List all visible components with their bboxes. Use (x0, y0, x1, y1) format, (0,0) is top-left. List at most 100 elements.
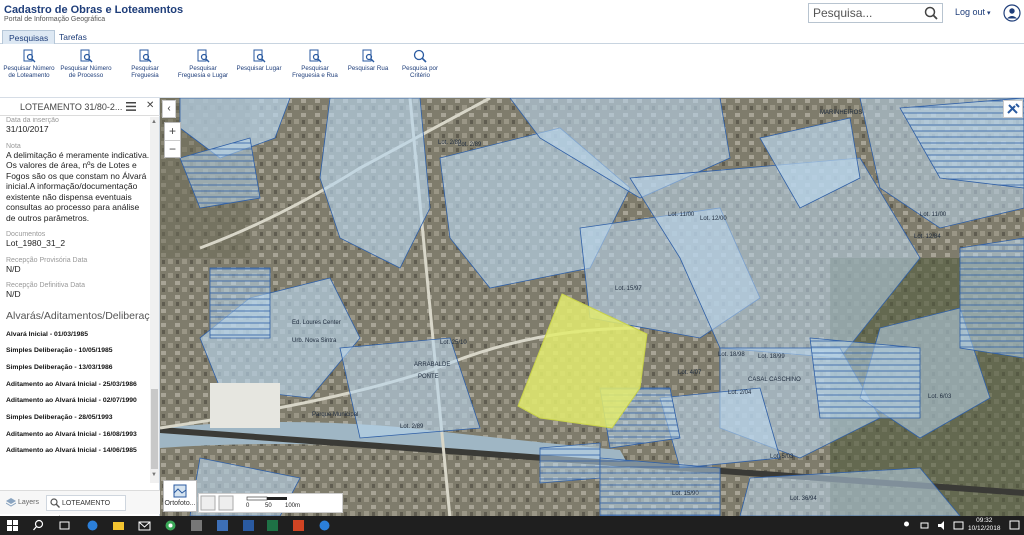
document-search-icon (197, 49, 210, 63)
map-label: Lot. 11/00 (668, 212, 695, 218)
scroll-up-arrow-icon[interactable]: ▲ (151, 119, 157, 125)
volume-icon[interactable] (936, 519, 949, 532)
document-search-icon (80, 49, 93, 63)
scroll-down-arrow-icon[interactable]: ▼ (151, 472, 157, 478)
parcel-hatched[interactable] (209, 267, 271, 339)
map-label: Lot. 18/99 (758, 354, 785, 360)
map-label: Lot. 5/03 (770, 454, 794, 460)
tab-label: Layers (17, 499, 39, 506)
map-label: Lot. 36/94 (790, 496, 817, 502)
deliberation-link[interactable]: Aditamento ao Alvará Inicial - 14/06/198… (0, 443, 150, 460)
map-label: Lot. 12/00 (700, 216, 727, 222)
map-label: Lot. 2/04 (728, 390, 752, 396)
tab-pesquisas[interactable]: Pesquisas (2, 30, 56, 44)
map-label: Lot. 25/10 (440, 340, 467, 346)
edge-browser-icon[interactable] (318, 519, 331, 532)
search-parish-street-button[interactable]: Pesquisar Freguesia e Rua (287, 49, 343, 79)
app-header: Cadastro de Obras e Loteamentos Portal d… (0, 0, 1024, 28)
field-value: N/D (6, 263, 21, 274)
network-icon[interactable] (918, 519, 931, 532)
deliberation-link[interactable]: Simples Deliberação - 28/05/1993 (0, 410, 150, 427)
map-label: ARRABALDE (414, 362, 451, 368)
app-title: Cadastro de Obras e Loteamentos (4, 4, 184, 16)
map-label: MARINHEIROS (820, 110, 863, 116)
field-label: Recepção Definitiva Data (6, 282, 85, 289)
document-search-icon (362, 49, 375, 63)
parcel-hatched[interactable] (539, 442, 601, 484)
app-icon[interactable] (190, 519, 203, 532)
tab-layers[interactable]: Layers (5, 495, 39, 511)
chevron-down-icon: ▾ (987, 10, 991, 17)
collapse-panel-button[interactable]: ‹ (162, 100, 176, 118)
task-view-icon[interactable] (58, 519, 71, 532)
edge-browser-icon[interactable] (86, 519, 99, 532)
parcel-hatched[interactable] (809, 337, 921, 419)
app-icon[interactable] (216, 519, 229, 532)
magnifier-icon (50, 498, 60, 509)
deliberation-link[interactable]: Simples Deliberação - 13/03/1986 (0, 360, 150, 377)
map-tools-button[interactable] (1003, 100, 1023, 118)
map-label: Lot. 15/90 (672, 491, 699, 497)
search-street-button[interactable]: Pesquisar Rua (340, 49, 396, 72)
search-box[interactable] (808, 3, 943, 23)
people-icon[interactable] (900, 519, 913, 532)
basemap-toggle[interactable]: Ortofoto... (163, 480, 197, 512)
scale-label: 50 (265, 503, 272, 509)
search-parish-button[interactable]: Pesquisar Freguesia (117, 49, 173, 79)
deliberation-link[interactable]: Aditamento ao Alvará Inicial - 16/08/199… (0, 427, 150, 444)
search-ribbon: Pesquisar Número de Loteamento Pesquisar… (0, 45, 1024, 98)
ribbon-tabs: Pesquisas Tarefas (0, 30, 1024, 44)
close-icon[interactable]: ✕ (146, 100, 154, 111)
tab-tarefas[interactable]: Tarefas (53, 30, 93, 44)
field-label: Recepção Provisória Data (6, 256, 88, 264)
search-process-number-button[interactable]: Pesquisar Número de Processo (58, 49, 114, 79)
search-parish-place-button[interactable]: Pesquisar Freguesia e Lugar (175, 49, 231, 79)
search-input[interactable] (809, 4, 919, 22)
deliberation-link[interactable]: Alvará Inicial - 01/03/1985 (0, 327, 150, 344)
clock-date: 10/12/2018 (968, 525, 1001, 532)
panel-scrollbar[interactable]: ▲ ▼ (150, 117, 159, 483)
search-icon[interactable] (924, 6, 938, 20)
ribbon-label: Pesquisa por Critério (401, 65, 439, 79)
search-lot-number-button[interactable]: Pesquisar Número de Loteamento (1, 49, 57, 79)
document-search-icon (253, 49, 266, 63)
app-icon[interactable] (242, 519, 255, 532)
map-label: Lot. 12/84 (914, 234, 941, 240)
app-subtitle: Portal de Informação Geográfica (4, 16, 106, 23)
tab-feature-details[interactable]: LOTEAMENTO 31/... (46, 495, 126, 523)
search-place-button[interactable]: Pesquisar Lugar (231, 49, 287, 72)
field-value: A delimitação é meramente indicativa. Os… (6, 149, 150, 223)
scroll-thumb[interactable] (151, 389, 158, 469)
excel-icon[interactable] (266, 519, 279, 532)
parcel-hatched[interactable] (959, 237, 1024, 359)
map-label: Ed. Loures Center (292, 320, 341, 326)
notifications-icon[interactable] (1008, 519, 1021, 532)
user-icon[interactable] (1003, 4, 1021, 22)
panel-body: Data da inserção 31/10/2017 Nota A delim… (0, 117, 150, 483)
deliberation-link[interactable]: Aditamento ao Alvará Inicial - 25/03/198… (0, 377, 150, 394)
clock[interactable]: 09:32 10/12/2018 (968, 517, 1001, 533)
deliberation-link[interactable]: Simples Deliberação - 10/05/1985 (0, 343, 150, 360)
panel-header: LOTEAMENTO 31/80-2... ✕ (0, 98, 160, 116)
map-label: PONTE (418, 374, 439, 380)
windows-start-icon[interactable] (6, 519, 19, 532)
map-label: Lot. 2/89 (458, 142, 482, 148)
logout-label: Log out (955, 7, 986, 17)
menu-icon[interactable] (126, 102, 136, 111)
file-explorer-icon[interactable] (112, 519, 125, 532)
deliberation-link[interactable]: Aditamento ao Alvará Inicial - 02/07/199… (0, 393, 150, 410)
parcel-hatched[interactable] (599, 457, 721, 516)
mail-icon[interactable] (138, 519, 151, 532)
language-icon[interactable] (952, 519, 965, 532)
powerpoint-icon[interactable] (292, 519, 305, 532)
search-icon[interactable] (32, 519, 45, 532)
zoom-out-button[interactable]: − (165, 140, 180, 157)
map-view[interactable]: Lot. 2/89 Lot. 2/89 Lot. 11/00 Lot. 15/9… (160, 98, 1024, 516)
zoom-in-button[interactable]: + (165, 123, 180, 140)
search-criteria-button[interactable]: Pesquisa por Critério (392, 49, 448, 79)
logout-button[interactable]: Log out ▾ (955, 7, 991, 17)
map-canvas[interactable] (160, 98, 1024, 516)
chrome-icon[interactable] (164, 519, 177, 532)
ribbon-label: Pesquisar Freguesia (131, 65, 159, 79)
wrench-icon (1007, 103, 1020, 114)
